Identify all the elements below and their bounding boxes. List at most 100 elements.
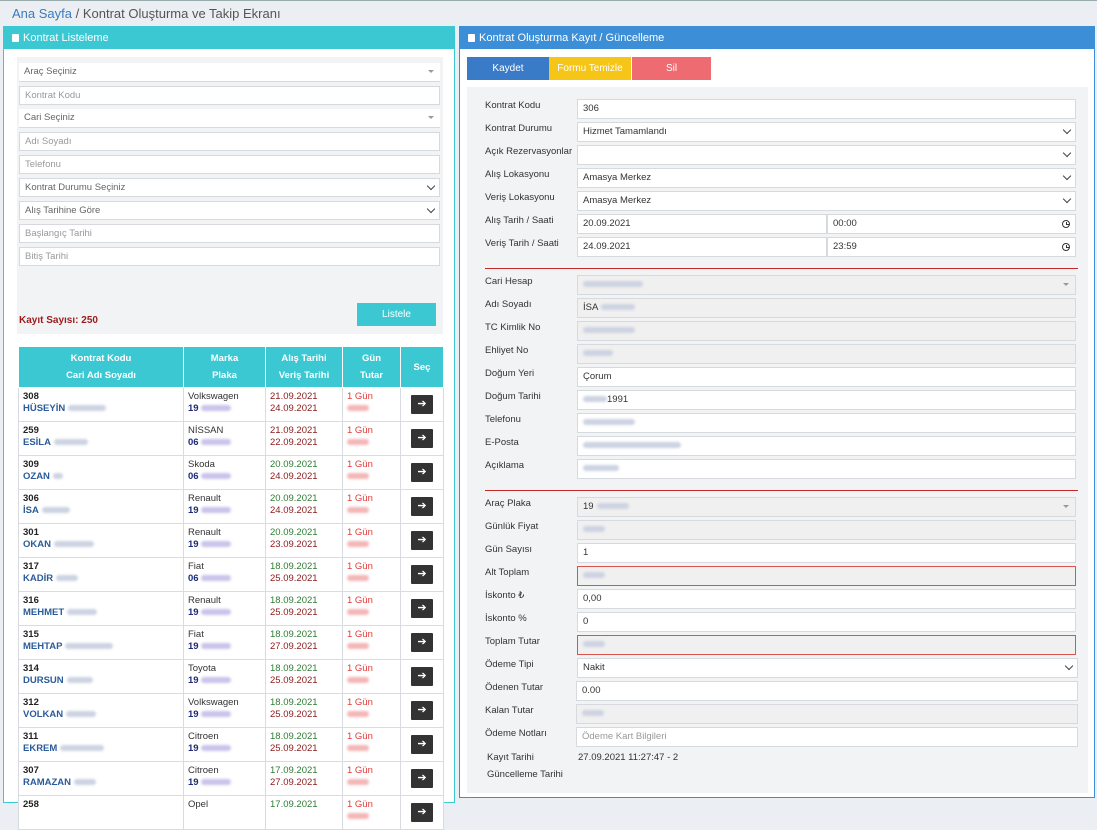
return-location-select[interactable]: Amasya Merkez — [577, 191, 1076, 211]
payment-type-value: Nakit — [583, 662, 605, 673]
remaining-field[interactable] — [576, 704, 1078, 724]
redacted-surname — [53, 541, 94, 547]
col-header-day[interactable]: Gün Tutar — [342, 346, 401, 388]
redacted-plate — [200, 473, 231, 479]
customer-name: OZAN — [23, 471, 50, 482]
tc-no-label: TC Kimlik No — [485, 322, 541, 333]
payment-type-select[interactable]: Nakit — [577, 658, 1078, 678]
select-row-button[interactable]: ➔ — [411, 565, 433, 584]
clear-form-button[interactable]: Formu Temizle — [549, 57, 631, 80]
plate-wrap: 19 — [188, 641, 261, 653]
note-field[interactable] — [577, 459, 1076, 479]
redacted-surname — [74, 779, 97, 785]
full-name-field[interactable]: İSA — [577, 298, 1076, 318]
col-header-code[interactable]: Kontrat Kodu Cari Adı Soyadı — [18, 346, 184, 388]
pickup-location-label: Alış Lokasyonu — [485, 169, 550, 180]
day-count-field[interactable]: 1 — [577, 543, 1076, 563]
pickup-time-value: 00:00 — [833, 218, 857, 229]
save-button[interactable]: Kaydet — [467, 57, 549, 80]
license-no-field[interactable] — [577, 344, 1076, 364]
record-date-value: 27.09.2021 11:27:47 - 2 — [578, 752, 679, 763]
breadcrumb-home-link[interactable]: Ana Sayfa — [12, 6, 72, 21]
update-date-label: Güncelleme Tarihi — [487, 769, 563, 780]
redacted-surname — [66, 711, 97, 717]
paid-amount-field[interactable]: 0.00 — [576, 681, 1078, 701]
pickup-date-field[interactable]: 20.09.2021 — [577, 214, 827, 234]
select-row-button[interactable]: ➔ — [411, 463, 433, 482]
pickup-date: 18.09.2021 — [270, 731, 318, 742]
contract-code-field[interactable]: 306 — [577, 99, 1076, 119]
table-row: 312 VOLKAN Volkswagen 19 18.09.2021 25.09.202… — [18, 693, 444, 728]
total-field[interactable] — [577, 635, 1076, 655]
email-field[interactable] — [577, 436, 1076, 456]
cell-day-total: 1 Gün — [342, 727, 401, 762]
select-row-button[interactable]: ➔ — [411, 769, 433, 788]
chevron-down-icon — [1062, 171, 1072, 181]
table-header-row: Kontrat Kodu Cari Adı Soyadı Marka Plaka A… — [18, 346, 444, 388]
phone-input[interactable]: Telefonu — [19, 155, 440, 174]
vehicle-plate: 19 — [188, 675, 199, 686]
pickup-date: 17.09.2021 — [270, 765, 318, 776]
list-button[interactable]: Listele — [357, 303, 436, 326]
status-select[interactable]: Kontrat Durumu Seçiniz — [19, 178, 440, 197]
phone-field[interactable] — [577, 413, 1076, 433]
cell-dates: 18.09.2021 25.09.2021 — [265, 557, 343, 592]
select-row-button[interactable]: ➔ — [411, 667, 433, 686]
select-row-button[interactable]: ➔ — [411, 429, 433, 448]
cell-code-name: 308 HÜSEYİN — [18, 387, 184, 422]
arrow-right-icon: ➔ — [417, 738, 427, 750]
account-select[interactable] — [577, 275, 1076, 295]
name-input[interactable]: Adı Soyadı — [19, 132, 440, 151]
breadcrumb-current: Kontrat Oluşturma ve Takip Ekranı — [82, 6, 281, 21]
contract-code-input[interactable]: Kontrat Kodu — [19, 86, 440, 105]
birth-place-field[interactable]: Çorum — [577, 367, 1076, 387]
discount-amount-field[interactable]: 0,00 — [577, 589, 1076, 609]
pickup-location-select[interactable]: Amasya Merkez — [577, 168, 1076, 188]
pickup-datetime-label: Alış Tarih / Saati — [485, 215, 554, 226]
vehicle-select[interactable]: Araç Seçiniz — [19, 63, 440, 82]
arrow-right-icon: ➔ — [417, 500, 427, 512]
select-row-button[interactable]: ➔ — [411, 395, 433, 414]
select-row-button[interactable]: ➔ — [411, 599, 433, 618]
redacted-phone — [583, 419, 635, 425]
phone-label: Telefonu — [485, 414, 521, 425]
tc-no-field[interactable] — [577, 321, 1076, 341]
contract-table: Kontrat Kodu Cari Adı Soyadı Marka Plaka A… — [18, 346, 444, 830]
date-mode-select[interactable]: Alış Tarihine Göre — [19, 201, 440, 220]
pickup-date: 20.09.2021 — [270, 527, 318, 538]
subtotal-label: Alt Toplam — [485, 567, 530, 578]
select-row-button[interactable]: ➔ — [411, 531, 433, 550]
end-date-input[interactable]: Bitiş Tarihi — [19, 247, 440, 266]
account-select[interactable]: Cari Seçiniz — [19, 109, 440, 128]
delete-button[interactable]: Sil — [632, 57, 711, 80]
pickup-time-field[interactable]: 00:00 — [827, 214, 1076, 234]
select-row-button[interactable]: ➔ — [411, 803, 433, 822]
vehicle-plate-select[interactable]: 19 — [577, 497, 1076, 517]
select-row-button[interactable]: ➔ — [411, 497, 433, 516]
col-header-brand[interactable]: Marka Plaka — [183, 346, 266, 388]
email-label: E-Posta — [485, 437, 519, 448]
return-time-field[interactable]: 23:59 — [827, 237, 1076, 257]
col-header-dates[interactable]: Alış Tarihi Veriş Tarihi — [265, 346, 343, 388]
redacted-surname — [66, 677, 93, 683]
cell-select: ➔ — [400, 455, 444, 490]
select-row-button[interactable]: ➔ — [411, 735, 433, 754]
subtotal-field[interactable] — [577, 566, 1076, 586]
start-date-input[interactable]: Başlangıç Tarihi — [19, 224, 440, 243]
arrow-right-icon: ➔ — [417, 534, 427, 546]
cell-day-total: 1 Gün — [342, 795, 401, 830]
return-date-field[interactable]: 24.09.2021 — [577, 237, 827, 257]
select-row-button[interactable]: ➔ — [411, 701, 433, 720]
discount-pct-field[interactable]: 0 — [577, 612, 1076, 632]
contract-status-select[interactable]: Hizmet Tamamlandı — [577, 122, 1076, 142]
customer-name: MEHTAP — [23, 641, 63, 652]
payment-notes-field[interactable]: Ödeme Kart Bilgileri — [576, 727, 1078, 747]
cell-day-total: 1 Gün — [342, 489, 401, 524]
birth-date-field[interactable]: 1991 — [577, 390, 1076, 410]
arrow-right-icon: ➔ — [417, 806, 427, 818]
open-reservations-select[interactable] — [577, 145, 1076, 165]
total-wrap — [347, 811, 396, 823]
select-row-button[interactable]: ➔ — [411, 633, 433, 652]
daily-price-field[interactable] — [577, 520, 1076, 540]
header-day-label: Gün — [362, 353, 381, 364]
